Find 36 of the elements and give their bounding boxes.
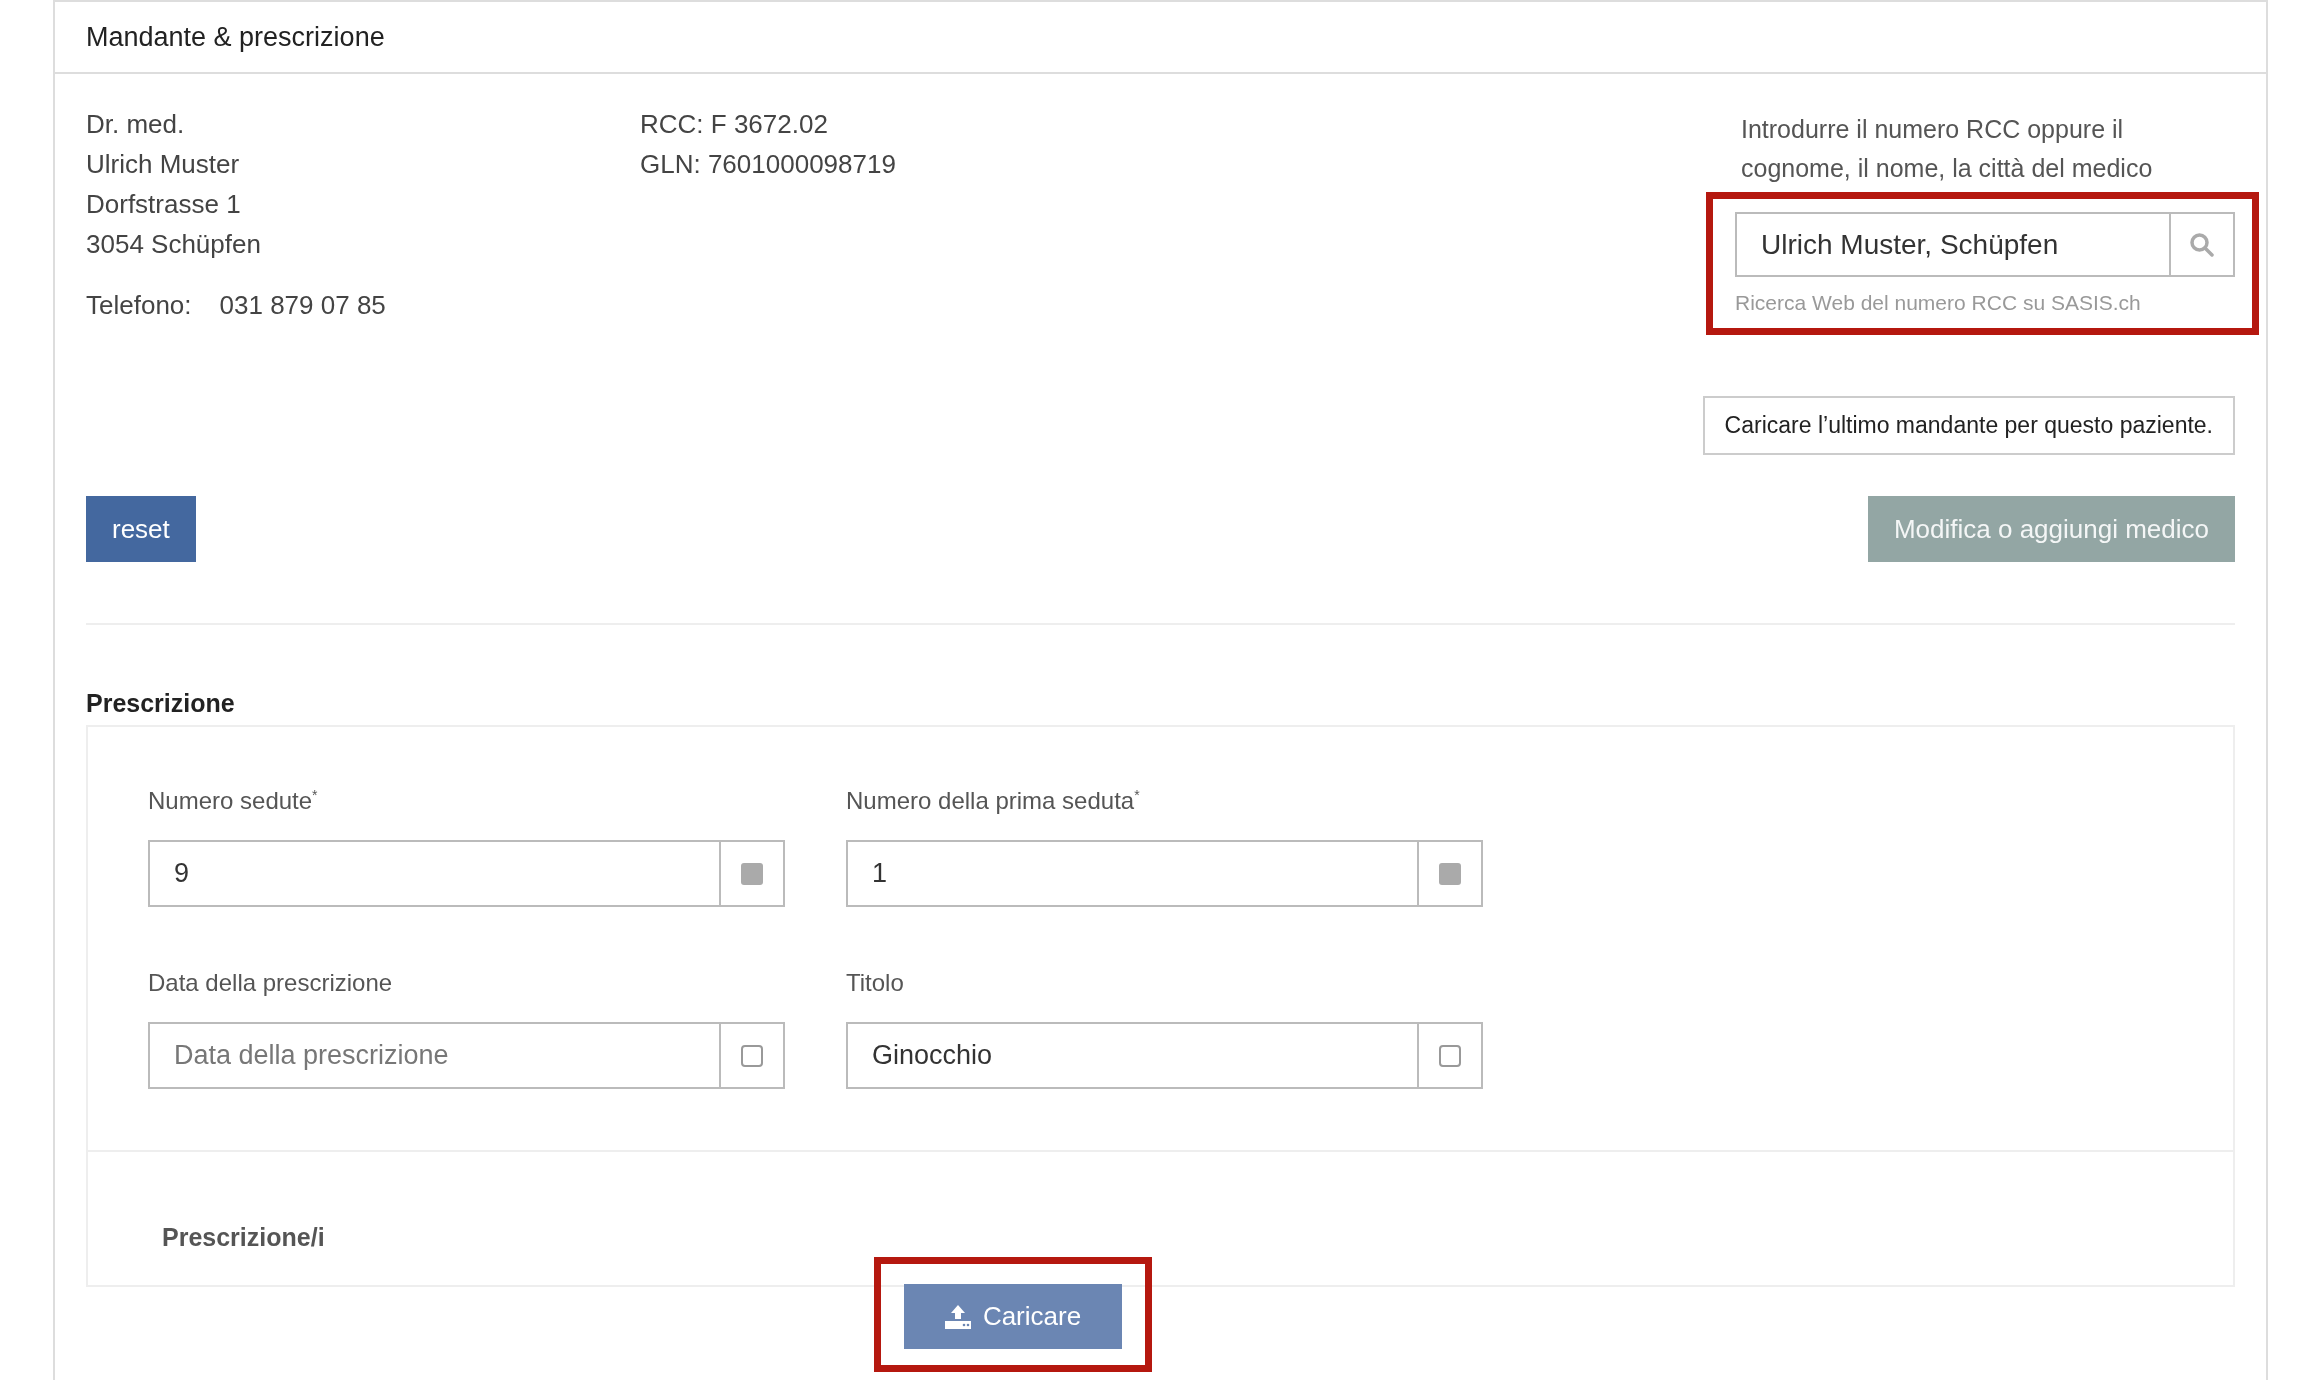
upload-button[interactable]: Caricare [904,1284,1122,1349]
phone-number: 031 879 07 85 [219,289,386,322]
input-addon[interactable] [719,840,785,907]
doctor-id: RCC: F 3672.02 [640,108,829,141]
search-icon[interactable] [2189,231,2215,258]
square-icon [741,1044,763,1067]
field-label: Titolo [846,968,905,998]
input-addon[interactable] [719,1022,785,1089]
input-field[interactable]: Ginocchio [846,1022,1417,1089]
load-last-referrer-button[interactable]: Caricare l’ultimo mandante per questo paziente. [1702,396,2235,455]
input-field[interactable]: 1 [846,840,1417,907]
field-label: Numero della prima seduta$^{*}$ [846,786,1141,816]
search-button[interactable] [2169,212,2235,277]
section-title: Prescrizione [86,688,236,718]
input-addon[interactable] [1417,840,1483,907]
panel-title: Mandante & prescrizione [86,21,385,53]
input-field[interactable]: Data della prescrizione [148,1022,719,1089]
input-addon[interactable] [1417,1022,1483,1089]
reset-button[interactable]: reset [86,496,196,562]
search-field[interactable]: Ulrich Muster, Schüpfen [1735,212,2169,277]
doctor-address-line: Dr. med. [86,108,186,141]
upload-label: Prescrizione/i [162,1222,326,1252]
phone-label: Telefono: [86,289,192,322]
search-help-text: Ricerca Web del numero RCC su SASIS.ch [1735,291,2142,315]
square-icon [1439,862,1461,885]
doctor-address-line: Dorfstrasse 1 [86,188,242,221]
field-label: Numero sedute$^{*}$ [148,786,319,816]
input-field[interactable]: 9 [148,840,719,907]
square-icon [741,862,763,885]
square-icon [1439,1044,1461,1067]
doctor-id: GLN: 7601000098719 [640,148,897,181]
search-hint: Introdurre il numero RCC oppure il cognome, il nome, la città del medico [1741,114,2154,184]
upload-icon [944,1304,971,1329]
doctor-address-line: Ulrich Muster [86,148,241,181]
doctor-address-line: 3054 Schüpfen [86,228,262,261]
field-label: Data della prescrizione [148,968,394,998]
